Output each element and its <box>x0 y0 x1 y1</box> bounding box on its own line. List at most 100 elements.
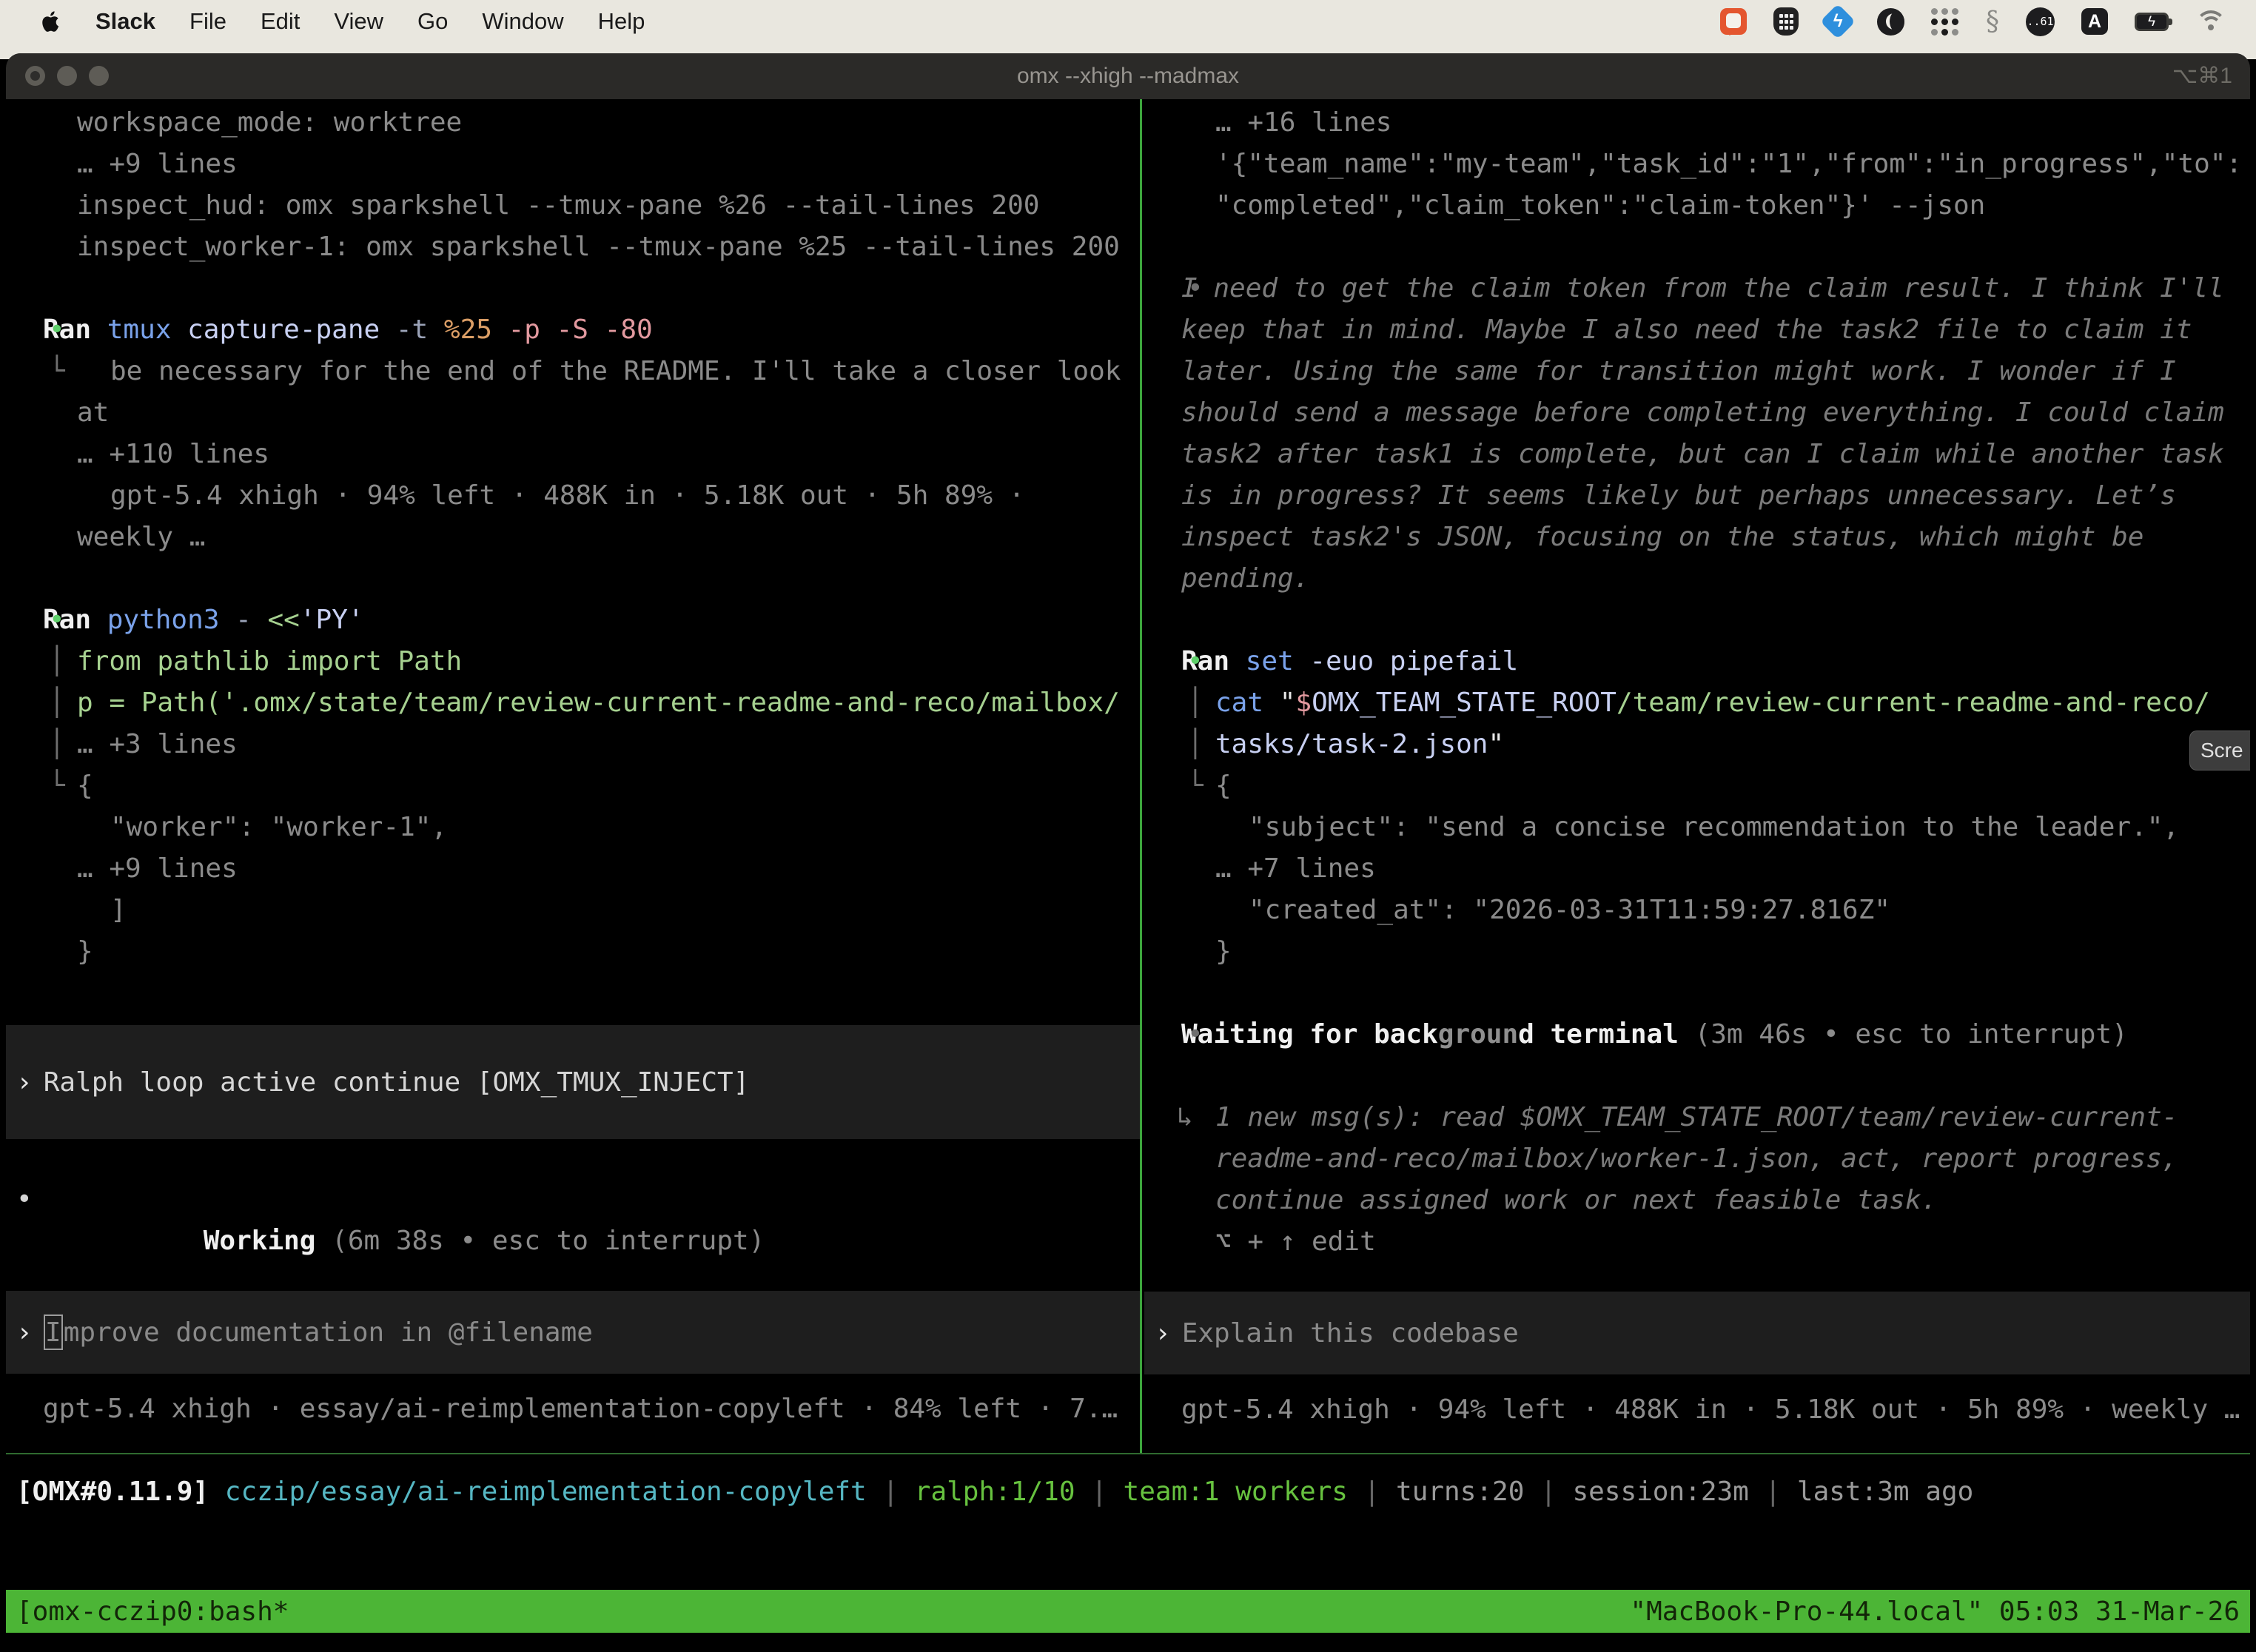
terminal-line: └{ <box>1144 765 2250 807</box>
letter-a-icon[interactable]: A <box>2081 8 2108 35</box>
terminal-line: ↳1 new msg(s): read $OMX_TEAM_STATE_ROOT… <box>1144 1097 2250 1138</box>
gutter-glyph: │ <box>49 724 65 765</box>
window-titlebar[interactable]: omx --xhigh --madmax ⌥⌘1 <box>6 53 2250 99</box>
terminal-line <box>1144 1055 2250 1097</box>
terminal-line: at <box>6 392 1140 434</box>
terminal-line: continue assigned work or next feasible … <box>1144 1180 2250 1221</box>
terminal-line: •Ran set -euo pipefail <box>1144 641 2250 682</box>
terminal-line: inspect_worker-1: omx sparkshell --tmux-… <box>6 226 1140 268</box>
gutter-glyph: │ <box>49 682 65 724</box>
terminal-line: … +16 lines <box>1144 102 2250 144</box>
input-prompt-icon: › <box>6 1317 33 1348</box>
menu-help[interactable]: Help <box>598 8 645 35</box>
terminal-line: gpt-5.4 xhigh · 94% left · 488K in · 5.1… <box>6 475 1140 517</box>
dots-grid-icon[interactable] <box>1931 7 1959 36</box>
session-status-left: gpt-5.4 xhigh · essay/ai-reimplementatio… <box>6 1389 1140 1430</box>
terminal-line: later. Using the same for transition mig… <box>1144 351 2250 392</box>
battery-icon[interactable]: ϟ <box>2135 13 2169 31</box>
terminal-line: … +110 lines <box>6 434 1140 475</box>
terminal-line: workspace_mode: worktree <box>6 102 1140 144</box>
terminal-line: … +9 lines <box>6 848 1140 890</box>
blue-diamond-icon[interactable]: ϟ <box>1820 4 1856 39</box>
pane-worker[interactable]: … +16 lines'{"team_name":"my-team","task… <box>1144 99 2250 1453</box>
input-placeholder-right: Explain this codebase <box>1182 1318 1519 1349</box>
terminal-line: } <box>1144 931 2250 973</box>
screenshot-app-icon[interactable] <box>1720 8 1747 35</box>
terminal-line: └{ <box>6 765 1140 807</box>
menu-file[interactable]: File <box>189 8 226 35</box>
figure-icon[interactable]: § <box>1986 7 1999 37</box>
prompt-input-left[interactable]: › Improve documentation in @filename <box>6 1291 1140 1374</box>
terminal-line: ⌥ + ↑ edit <box>1144 1221 2250 1263</box>
gutter-glyph: ↳ <box>1177 1097 1193 1138</box>
terminal-line: │tasks/task-2.json" <box>1144 724 2250 765</box>
terminal-line: '{"team_name":"my-team","task_id":"1","f… <box>1144 144 2250 185</box>
input-text-left: mprove documentation in @filename <box>64 1317 593 1348</box>
terminal-line: is in progress? It seems likely but perh… <box>1144 475 2250 517</box>
pane-worker-lines: … +16 lines'{"team_name":"my-team","task… <box>1144 99 2250 1263</box>
terminal-line: │… +3 lines <box>6 724 1140 765</box>
terminal-line: ] <box>6 890 1140 931</box>
terminal-line: readme-and-reco/mailbox/worker-1.json, a… <box>1144 1138 2250 1180</box>
screen: Slack File Edit View Go Window Help ϟ § … <box>0 0 2256 1652</box>
wifi-icon[interactable] <box>2195 10 2226 33</box>
terminal-line: "subject": "send a concise recommendatio… <box>1144 807 2250 848</box>
terminal-line: inspect_hud: omx sparkshell --tmux-pane … <box>6 185 1140 226</box>
bullet-icon: • <box>49 309 65 351</box>
menubar-app-name[interactable]: Slack <box>95 8 155 35</box>
input-prompt-icon: › <box>1144 1318 1171 1349</box>
gutter-glyph: └ <box>49 765 65 807</box>
menu-edit[interactable]: Edit <box>261 8 300 35</box>
terminal-line: •Ran tmux capture-pane -t %25 -p -S -80 <box>6 309 1140 351</box>
terminal-line <box>1144 600 2250 641</box>
omx-status-line: [OMX#0.11.9] cczip/essay/ai-reimplementa… <box>6 1471 2250 1513</box>
session-status-right: gpt-5.4 xhigh · 94% left · 488K in · 5.1… <box>1144 1389 2250 1431</box>
terminal-line: "worker": "worker-1", <box>6 807 1140 848</box>
gutter-glyph: │ <box>1187 724 1203 765</box>
bullet-icon: • <box>49 600 65 641</box>
tmux-status-bar: [omx-cczip0:bash* "MacBook-Pro-44.local"… <box>6 1590 2250 1633</box>
menu-go[interactable]: Go <box>417 8 448 35</box>
ralph-prompt-icon: › <box>6 1067 33 1098</box>
menu-window[interactable]: Window <box>482 8 563 35</box>
terminal-line: … +9 lines <box>6 144 1140 185</box>
menu-view[interactable]: View <box>334 8 383 35</box>
terminal-line: └be necessary for the end of the README.… <box>6 351 1140 392</box>
terminal-line: "created_at": "2026-03-31T11:59:27.816Z" <box>1144 890 2250 931</box>
terminal-line: task2 after task1 is complete, but can I… <box>1144 434 2250 475</box>
pane-bottom-border <box>6 1453 2250 1454</box>
bullet-icon: • <box>1187 1014 1203 1055</box>
working-status: •Working (6m 38s • esc to interrupt) <box>6 1179 1140 1220</box>
apple-menu-icon[interactable] <box>41 10 61 33</box>
terminal-line: •I need to get the claim token from the … <box>1144 268 2250 309</box>
terminal-line <box>6 558 1140 600</box>
terminal-line: "completed","claim_token":"claim-token"}… <box>1144 185 2250 226</box>
terminal-line: } <box>6 931 1140 973</box>
tmux-session-label[interactable]: [omx-cczip0:bash* <box>16 1596 289 1627</box>
window-shortcut-hint: ⌥⌘1 <box>2172 53 2232 99</box>
pane-divider[interactable] <box>1140 99 1142 1453</box>
pane-hud[interactable]: workspace_mode: worktree… +9 linesinspec… <box>6 99 1140 1453</box>
gutter-glyph: └ <box>49 351 65 392</box>
circle-badge-icon[interactable]: ..61 <box>2026 7 2055 36</box>
terminal-line <box>1144 226 2250 268</box>
terminal-line: pending. <box>1144 558 2250 600</box>
terminal-line: … +7 lines <box>1144 848 2250 890</box>
tmux-host-clock: "MacBook-Pro-44.local" 05:03 31-Mar-26 <box>1630 1596 2240 1627</box>
menubar-menus: Slack File Edit View Go Window Help <box>0 8 645 35</box>
screenshot-toast[interactable]: Scre <box>2189 731 2250 770</box>
bullet-icon: • <box>1187 641 1203 682</box>
terminal-line <box>6 268 1140 309</box>
working-timer: (6m 38s • esc to interrupt) <box>315 1226 765 1256</box>
prompt-input-right[interactable]: › Explain this codebase <box>1144 1292 2250 1374</box>
terminal-line: inspect task2's JSON, focusing on the st… <box>1144 517 2250 558</box>
gutter-glyph: │ <box>1187 682 1203 724</box>
terminal-line <box>1144 973 2250 1014</box>
terminal-line: │cat "$OMX_TEAM_STATE_ROOT/team/review-c… <box>1144 682 2250 724</box>
password-manager-icon[interactable] <box>1773 7 1799 36</box>
bullet-icon: • <box>1187 268 1203 309</box>
gutter-glyph: │ <box>49 641 65 682</box>
terminal-line: •Ran python3 - <<'PY' <box>6 600 1140 641</box>
moon-circle-icon[interactable] <box>1877 8 1904 36</box>
ralph-banner-text: Ralph loop active continue [OMX_TMUX_INJ… <box>44 1067 750 1098</box>
